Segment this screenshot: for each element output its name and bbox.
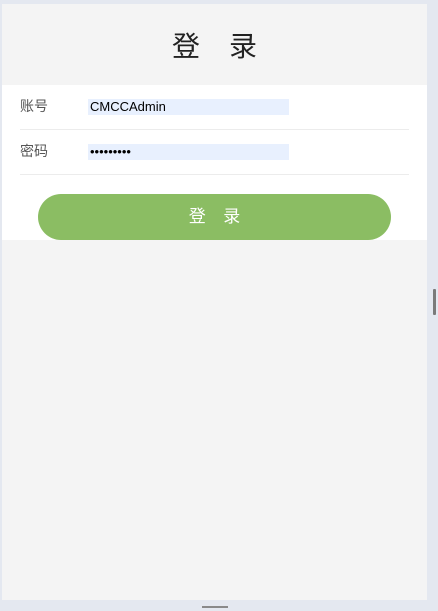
password-label: 密码 [20,144,48,160]
password-row: 密码 [20,130,409,175]
password-input[interactable] [88,144,289,160]
account-label: 账号 [20,99,48,115]
page-title: 登 录 [172,30,267,63]
login-button[interactable]: 登 录 [38,194,391,240]
account-row: 账号 [20,85,409,130]
scrollbar-thumb[interactable] [433,289,436,315]
account-input[interactable] [88,99,289,115]
app-frame: 登 录 账号 密码 登 录 [2,4,427,600]
home-indicator [202,606,228,608]
login-form: 账号 密码 登 录 [2,85,427,240]
